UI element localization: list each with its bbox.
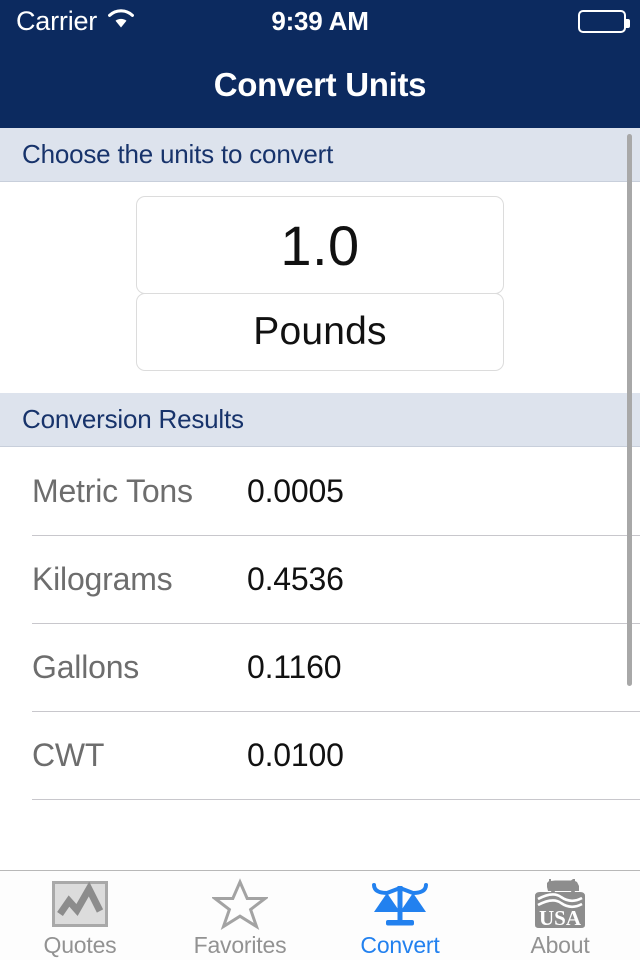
tab-favorites[interactable]: Favorites xyxy=(160,871,320,960)
star-icon xyxy=(212,878,268,930)
input-section-header: Choose the units to convert xyxy=(0,128,640,182)
unit-selector[interactable]: Pounds xyxy=(136,293,504,371)
chart-icon xyxy=(52,879,108,929)
amount-input-value: 1.0 xyxy=(280,213,360,277)
navigation-bar: Convert Units xyxy=(0,42,640,128)
unit-selector-value: Pounds xyxy=(253,310,387,353)
table-row[interactable]: Kilograms 0.4536 xyxy=(0,535,640,623)
result-label: Metric Tons xyxy=(32,472,193,509)
table-row[interactable]: CWT 0.0100 xyxy=(0,711,640,799)
status-bar-right xyxy=(578,0,630,42)
scroll-content[interactable]: Choose the units to convert 1.0 Pounds C… xyxy=(0,128,640,870)
battery-icon xyxy=(578,9,630,33)
status-bar-time: 9:39 AM xyxy=(271,5,369,36)
app-root: Carrier 9:39 AM Convert Units Choose the… xyxy=(0,0,640,960)
status-bar: Carrier 9:39 AM xyxy=(0,0,640,42)
result-label: Gallons xyxy=(32,648,140,685)
input-section-header-label: Choose the units to convert xyxy=(22,139,334,169)
page-title: Convert Units xyxy=(213,66,427,103)
conversion-results-list: Metric Tons 0.0005 Kilograms 0.4536 Gall… xyxy=(0,447,640,837)
tab-bar: Quotes Favorites Convert USA About xyxy=(0,870,640,960)
table-row[interactable]: Gallons 0.1160 xyxy=(0,623,640,711)
tab-about[interactable]: USA About xyxy=(480,871,640,960)
result-label: Kilograms xyxy=(32,560,173,597)
tab-convert[interactable]: Convert xyxy=(320,871,480,960)
tab-quotes[interactable]: Quotes xyxy=(0,871,160,960)
result-value: 0.4536 xyxy=(247,560,344,597)
vertical-scrollbar[interactable] xyxy=(627,134,632,686)
results-section-header: Conversion Results xyxy=(0,393,640,447)
result-value: 0.0005 xyxy=(247,472,344,509)
usda-logo-icon: USA xyxy=(531,879,589,930)
scale-icon xyxy=(367,879,433,929)
result-value: 0.0100 xyxy=(247,736,344,773)
svg-text:USA: USA xyxy=(539,906,582,930)
list-bottom-separator xyxy=(0,799,640,837)
result-label: CWT xyxy=(32,736,105,773)
tab-label: Favorites xyxy=(193,932,287,958)
amount-input[interactable]: 1.0 xyxy=(136,196,504,294)
input-fields-area: 1.0 Pounds xyxy=(0,182,640,393)
tab-label: Convert xyxy=(360,932,440,958)
result-value: 0.1160 xyxy=(247,648,342,685)
table-row[interactable]: Metric Tons 0.0005 xyxy=(0,447,640,535)
results-section-header-label: Conversion Results xyxy=(22,404,244,434)
tab-label: About xyxy=(530,932,590,958)
tab-label: Quotes xyxy=(43,932,117,958)
